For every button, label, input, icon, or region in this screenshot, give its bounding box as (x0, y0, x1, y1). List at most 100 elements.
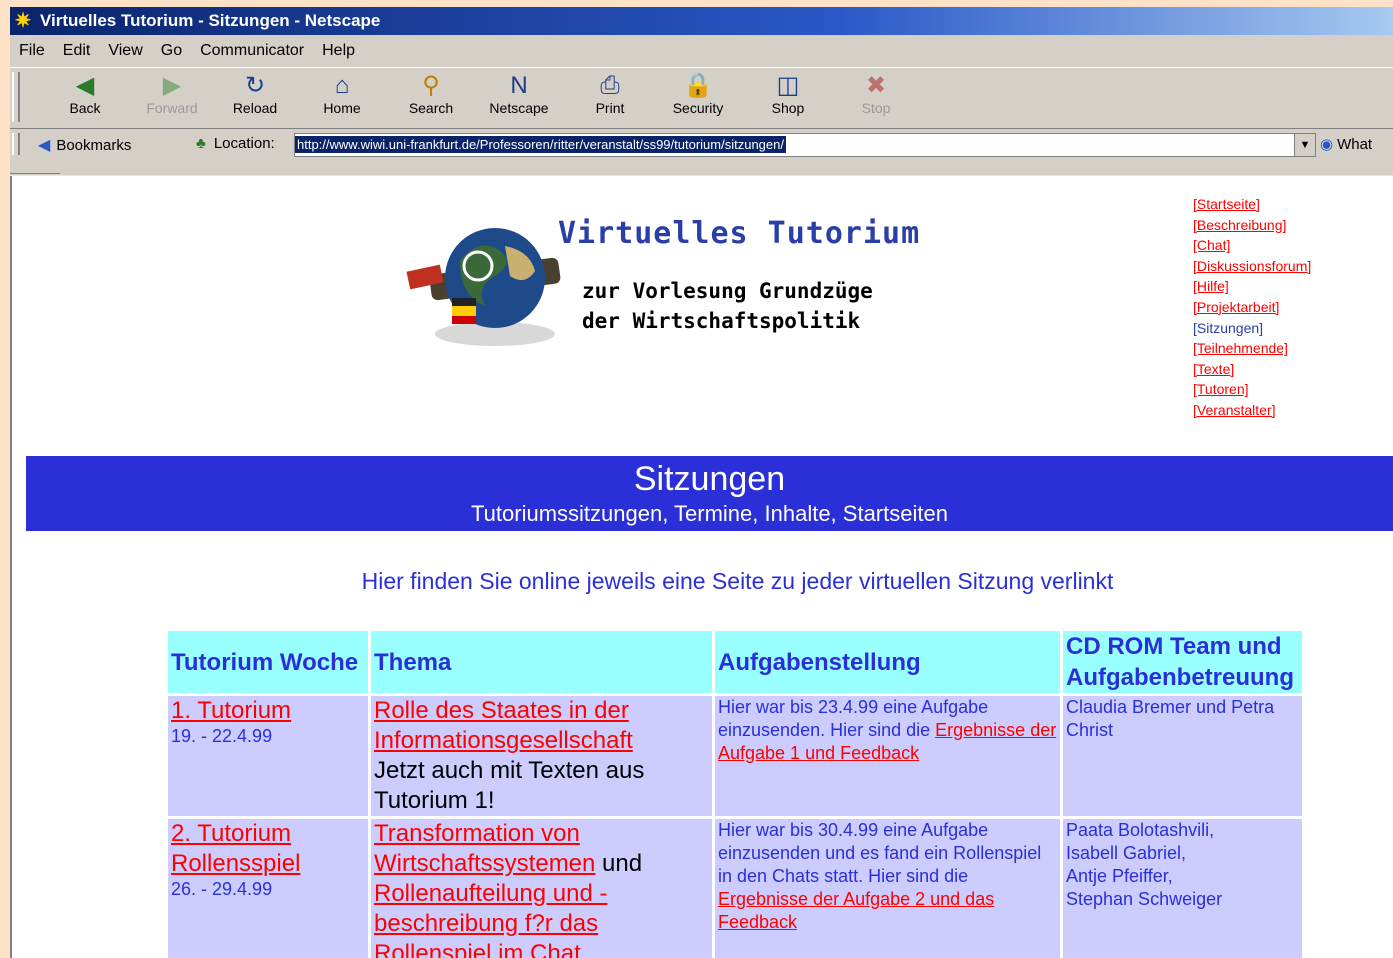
table-row: 2. Tutorium Rollensspiel 26. - 29.4.99 Tran… (168, 819, 1302, 958)
thema-link[interactable]: Transformation von Wirtschaftssystemen (374, 820, 595, 877)
search-icon: ⚲ (422, 72, 440, 99)
nav-link-hilfe[interactable]: [Hilfe] (1193, 276, 1311, 297)
netscape-button[interactable]: N Netscape (479, 72, 559, 116)
column-header: Tutorium Woche (168, 631, 368, 693)
reload-button[interactable]: ↻ Reload (215, 72, 295, 116)
tutorium-cell: 2. Tutorium Rollensspiel 26. - 29.4.99 (168, 819, 368, 958)
page-proxy-icon[interactable]: ♣ (196, 135, 206, 152)
column-header: CD ROM Team und Aufgabenbetreuung (1063, 631, 1302, 693)
column-header: Thema (371, 631, 712, 693)
toolbar-button-label: Forward (146, 100, 198, 116)
toolbar-button-label: Home (323, 100, 361, 116)
shop-icon: ◫ (776, 72, 800, 99)
browser-chrome: File Edit View Go Communicator Help ◀ Back ▶ For… (10, 35, 1393, 175)
home-button[interactable]: ⌂ Home (302, 72, 382, 116)
nav-link-diskussionsforum[interactable]: [Diskussionsforum] (1193, 256, 1311, 277)
tutorium-date: 26. - 29.4.99 (171, 879, 273, 899)
forward-button[interactable]: ▶ Forward (132, 72, 212, 116)
window-title: Virtuelles Tutorium - Sitzungen - Netsca… (40, 11, 381, 30)
url-dropdown-button[interactable]: ▼ (1294, 133, 1316, 157)
menu-item-help[interactable]: Help (313, 42, 364, 60)
site-title: Virtuelles Tutorium (558, 216, 921, 251)
navigation-toolbar: ◀ Back ▶ Forward ↻ Reload ⌂ Home ⚲ Search N Netscap… (10, 67, 1393, 129)
bookmarks-button[interactable]: ◀ Bookmarks (38, 135, 131, 155)
stop-button[interactable]: ✖ Stop (836, 72, 916, 116)
bookmarks-icon: ◀ (38, 137, 51, 154)
whats-related-icon: ◉ (1320, 136, 1334, 153)
section-banner: Sitzungen Tutoriumssitzungen, Termine, I… (26, 456, 1393, 531)
aufgabe-cell: Hier war bis 30.4.99 eine Aufgabe einzus… (715, 819, 1060, 958)
banner-title: Sitzungen (633, 460, 786, 498)
nav-link-sitzungen: [Sitzungen] (1193, 319, 1264, 336)
toolbar-button-label: Security (672, 100, 724, 116)
team-cell: Paata Bolotashvili, Isabell Gabriel, Ant… (1063, 819, 1302, 958)
toolbar-grip[interactable] (12, 72, 20, 122)
print-button[interactable]: ⎙ Print (570, 72, 650, 116)
toolbar-button-label: Reload (232, 100, 278, 116)
menu-item-file[interactable]: File (10, 42, 54, 60)
shop-button[interactable]: ◫ Shop (748, 72, 828, 116)
thema-cell: Rolle des Staates in der Informationsges… (371, 696, 712, 816)
sessions-table: Tutorium Woche Thema Aufgabenstellung CD… (165, 628, 1305, 958)
page-content: Virtuelles Tutorium zur Vorlesung Grundz… (10, 176, 1393, 958)
thema-cell: Transformation von Wirtschaftssystemen u… (371, 819, 712, 958)
thema-link[interactable]: Rollenaufteilung und -beschreibung f?r d… (374, 880, 608, 958)
ergebnisse-link[interactable]: Ergebnisse der Aufgabe 2 und das Feedbac… (718, 889, 994, 932)
location-toolbar-grip[interactable] (12, 133, 20, 155)
column-header: Aufgabenstellung (715, 631, 1060, 693)
url-text: http://www.wiwi.uni-frankfurt.de/Profess… (295, 136, 786, 153)
tutorium-link[interactable]: 2. Tutorium (171, 820, 291, 847)
menu-item-communicator[interactable]: Communicator (191, 42, 313, 60)
table-header-row: Tutorium Woche Thema Aufgabenstellung CD… (168, 631, 1302, 693)
site-subtitle-line: der Wirtschaftspolitik (582, 309, 861, 333)
nav-link-projektarbeit[interactable]: [Projektarbeit] (1193, 297, 1311, 318)
nav-link-beschreibung[interactable]: [Beschreibung] (1193, 215, 1311, 236)
aufgabe-text: Hier war bis 30.4.99 eine Aufgabe einzus… (718, 820, 1042, 886)
chevron-down-icon: ▼ (1299, 139, 1311, 151)
toolbar-button-label: Stop (861, 100, 891, 116)
tutorium-cell: 1. Tutorium 19. - 22.4.99 (168, 696, 368, 816)
bookmarks-label: Bookmarks (56, 136, 132, 154)
nav-link-startseite[interactable]: [Startseite] (1193, 194, 1311, 215)
toolbar-tab[interactable] (10, 163, 60, 174)
whats-related-label: What (1337, 135, 1373, 153)
thema-connector: und (595, 850, 643, 877)
tutorium-date: 19. - 22.4.99 (171, 726, 273, 746)
nav-link-veranstalter[interactable]: [Veranstalter] (1193, 400, 1311, 421)
team-cell: Claudia Bremer und Petra Christ (1063, 696, 1302, 816)
print-icon: ⎙ (600, 72, 620, 99)
toolbar-button-label: Shop (771, 100, 805, 116)
intro-text: Hier finden Sie online jeweils eine Seit… (361, 568, 1114, 594)
toolbar-button-label: Print (595, 100, 625, 116)
stop-icon: ✖ (865, 72, 887, 99)
nav-link-teilnehmende[interactable]: [Teilnehmende] (1193, 338, 1311, 359)
url-field[interactable]: http://www.wiwi.uni-frankfurt.de/Profess… (294, 133, 1296, 157)
tutorium-link[interactable]: 1. Tutorium (171, 697, 291, 724)
back-icon: ◀ (75, 72, 95, 99)
thema-link[interactable]: Rolle des Staates in der Informationsges… (374, 697, 633, 754)
search-button[interactable]: ⚲ Search (391, 72, 471, 116)
menu-item-view[interactable]: View (99, 42, 151, 60)
tutorium-extra-link[interactable]: Rollensspiel (171, 850, 300, 877)
home-icon: ⌂ (334, 72, 350, 99)
toolbar-button-label: Netscape (489, 100, 549, 116)
reload-icon: ↻ (244, 72, 266, 99)
site-navigation: [Startseite] [Beschreibung] [Chat] [Diskuss… (1193, 194, 1311, 421)
banner-subtitle: Tutoriumssitzungen, Termine, Inhalte, St… (471, 501, 948, 526)
menu-item-go[interactable]: Go (152, 42, 191, 60)
nav-link-chat[interactable]: [Chat] (1193, 235, 1311, 256)
forward-icon: ▶ (162, 72, 182, 99)
netscape-icon: N (510, 72, 528, 99)
window-titlebar: ✷ Virtuelles Tutorium - Sitzungen - Nets… (10, 7, 1393, 35)
menu-item-edit[interactable]: Edit (54, 42, 100, 60)
nav-link-texte[interactable]: [Texte] (1193, 359, 1311, 380)
location-label: ♣ Location: (196, 135, 275, 152)
nav-link-tutoren[interactable]: [Tutoren] (1193, 379, 1311, 400)
thema-note: Jetzt auch mit Texten aus Tutorium 1! (374, 757, 645, 814)
aufgabe-cell: Hier war bis 23.4.99 eine Aufgabe einzus… (715, 696, 1060, 816)
table-row: 1. Tutorium 19. - 22.4.99 Rolle des Staate… (168, 696, 1302, 816)
security-button[interactable]: 🔒 Security (658, 72, 738, 116)
whats-related-button[interactable]: ◉ What (1320, 135, 1373, 154)
back-button[interactable]: ◀ Back (45, 72, 125, 116)
site-subtitle-line: zur Vorlesung Grundzüge (582, 279, 873, 303)
